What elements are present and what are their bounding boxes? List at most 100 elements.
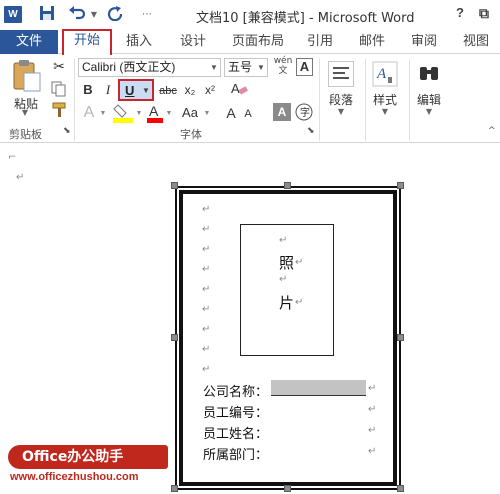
text-highlight-icon[interactable] <box>112 102 134 124</box>
paragraph-mark: ↵ <box>368 425 377 436</box>
strikethrough-button[interactable]: abc <box>157 82 179 100</box>
font-name-combo[interactable]: Calibri (西文正文) ▼ <box>78 58 221 77</box>
paragraph-mark: ↵ <box>279 274 288 285</box>
paragraph-icon[interactable] <box>328 61 354 87</box>
group-separator <box>319 59 320 141</box>
chevron-down-icon[interactable]: ▼ <box>164 105 174 121</box>
save-icon[interactable] <box>37 5 57 25</box>
italic-button[interactable]: I <box>100 80 116 100</box>
paragraph-mark: ↵ <box>295 257 304 268</box>
underline-button[interactable]: U ▼ <box>118 79 154 101</box>
ribbon-tab-row: 文件 开始 插入 设计 页面布局 引用 邮件 审阅 视图 <box>0 29 500 55</box>
group-separator <box>74 59 75 141</box>
enclose-character-button[interactable]: A <box>296 58 313 76</box>
collapse-ribbon-icon[interactable]: ^ <box>488 126 496 136</box>
font-launcher-icon[interactable]: ⬊ <box>307 126 315 136</box>
chevron-down-icon[interactable]: ▼ <box>208 59 220 76</box>
repeat-icon[interactable] <box>104 5 126 25</box>
clipboard-launcher-icon[interactable]: ⬊ <box>63 126 71 136</box>
resize-handle-right[interactable] <box>397 334 404 341</box>
font-name-value: Calibri (西文正文) <box>82 60 176 74</box>
resize-handle-bottom[interactable] <box>284 485 291 492</box>
clear-formatting-icon[interactable]: A <box>229 80 249 100</box>
underline-dropdown-icon[interactable]: ▼ <box>142 81 150 100</box>
paragraph-mark: ↵ <box>295 297 304 308</box>
shrink-font-button[interactable]: A <box>241 105 255 123</box>
font-size-value: 五号 <box>228 60 253 74</box>
field-label-employee-id: 员工编号： <box>203 406 269 421</box>
phonetic-guide-label: wén <box>273 56 293 66</box>
styles-icon[interactable]: A <box>371 61 399 87</box>
company-name-underline-field[interactable] <box>271 380 366 396</box>
font-size-combo[interactable]: 五号 ▼ <box>224 58 268 77</box>
tab-review[interactable]: 审阅 <box>404 30 444 54</box>
resize-handle-top-right[interactable] <box>397 182 404 189</box>
watermark-url: www.officezhushou.com <box>10 471 139 483</box>
paragraph-button[interactable]: 段落 <box>322 91 360 108</box>
chevron-down-icon[interactable]: ▼ <box>255 59 267 76</box>
cut-icon[interactable]: ✂ <box>50 59 68 77</box>
paragraph-mark: ↵ <box>202 204 211 215</box>
margin-mark: ⌐ <box>8 152 17 163</box>
resize-handle-left[interactable] <box>171 334 178 341</box>
chevron-down-icon[interactable]: ▼ <box>202 105 212 121</box>
tab-mailings[interactable]: 邮件 <box>352 30 392 54</box>
undo-icon[interactable] <box>66 5 88 25</box>
paragraph-mark: ↵ <box>368 383 377 394</box>
underline-label: U <box>125 83 135 98</box>
styles-button[interactable]: 样式 <box>366 91 404 108</box>
subscript-button[interactable]: x₂ <box>181 81 199 99</box>
svg-text:字: 字 <box>300 106 310 119</box>
chevron-down-icon[interactable]: ▼ <box>378 107 392 116</box>
tab-view[interactable]: 视图 <box>456 30 496 54</box>
tab-home[interactable]: 开始 <box>62 29 112 55</box>
ribbon-home: 粘贴 ▼ ✂ 剪贴板 ⬊ Calibri (西文正文) ▼ 五号 ▼ wén 文 … <box>0 55 500 143</box>
chevron-down-icon[interactable]: ▼ <box>134 105 144 121</box>
superscript-button[interactable]: x² <box>201 81 219 99</box>
field-label-company: 公司名称： <box>203 385 269 400</box>
resize-handle-top-left[interactable] <box>171 182 178 189</box>
paragraph-mark: ↵ <box>279 235 288 246</box>
paste-dropdown-icon[interactable]: ▼ <box>18 108 32 117</box>
tab-file[interactable]: 文件 <box>0 30 58 54</box>
ribbon-display-options-icon[interactable]: ⧉ <box>474 5 494 25</box>
svg-text:A: A <box>376 66 387 82</box>
customize-quick-access-icon[interactable]: ⋯ <box>140 5 154 25</box>
window-title: 文档10 [兼容模式] - Microsoft Word <box>196 11 415 26</box>
photo-char-2: 片 <box>279 294 295 312</box>
tab-insert[interactable]: 插入 <box>118 30 160 54</box>
paragraph-mark: ↵ <box>202 304 211 315</box>
resize-handle-top[interactable] <box>284 182 291 189</box>
chevron-down-icon[interactable]: ▼ <box>422 107 436 116</box>
paste-icon[interactable] <box>9 59 43 95</box>
paragraph-mark: ↵ <box>368 404 377 415</box>
photo-char-1: 照 <box>279 254 295 272</box>
word-app-icon[interactable]: W <box>4 6 22 23</box>
grow-font-button[interactable]: A <box>223 103 239 123</box>
resize-handle-bottom-right[interactable] <box>397 485 404 492</box>
font-group-label: 字体 <box>180 128 202 141</box>
paragraph-mark: ↵ <box>202 224 211 235</box>
format-painter-icon[interactable] <box>50 102 68 120</box>
tab-references[interactable]: 引用 <box>300 30 340 54</box>
tab-page-layout[interactable]: 页面布局 <box>226 30 290 54</box>
chevron-down-icon[interactable]: ▼ <box>98 105 108 121</box>
svg-text:A: A <box>149 103 159 119</box>
editing-button[interactable]: 编辑 <box>410 91 448 108</box>
bold-button[interactable]: B <box>80 80 96 100</box>
resize-handle-bottom-left[interactable] <box>171 485 178 492</box>
title-bar: W ▼ ⋯ 文档10 [兼容模式] - Microsoft Word ? ⧉ <box>0 0 500 30</box>
tab-design[interactable]: 设计 <box>172 30 214 54</box>
phonetic-guide-button[interactable]: wén 文 <box>272 56 294 78</box>
character-shading-button[interactable]: A <box>273 103 291 121</box>
chevron-down-icon[interactable]: ▼ <box>334 107 348 116</box>
undo-dropdown-icon[interactable]: ▼ <box>89 5 99 25</box>
paragraph-mark: ↵ <box>368 446 377 457</box>
help-button[interactable]: ? <box>452 5 468 25</box>
character-border-icon[interactable]: 字 <box>294 102 314 122</box>
change-case-button[interactable]: Aa <box>178 103 202 123</box>
copy-icon[interactable] <box>50 81 68 99</box>
font-color-icon[interactable]: A <box>146 102 164 124</box>
text-effects-icon[interactable]: A <box>80 103 98 123</box>
binoculars-icon[interactable] <box>416 61 442 87</box>
